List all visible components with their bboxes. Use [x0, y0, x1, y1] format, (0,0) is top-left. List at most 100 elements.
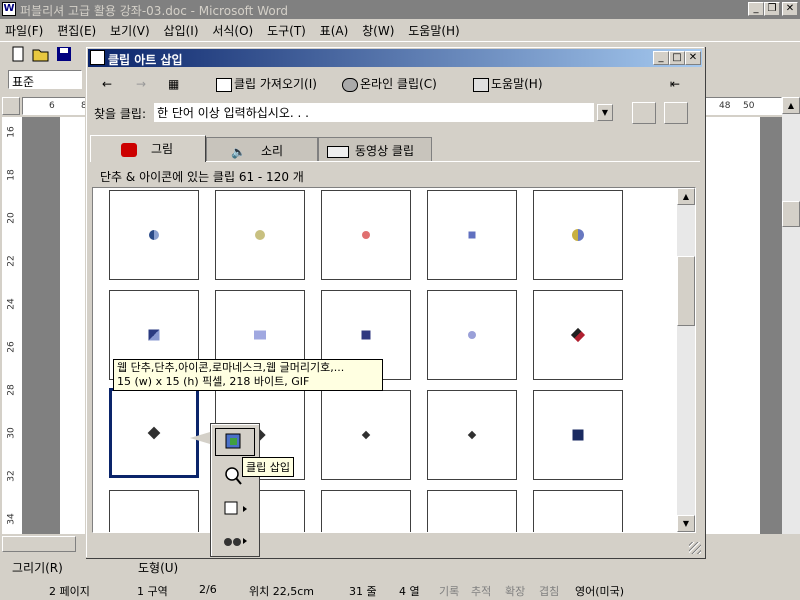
- vruler-number: 34: [6, 513, 17, 525]
- save-icon[interactable]: [56, 46, 72, 62]
- draw-menu-button[interactable]: 그리기(R): [12, 559, 63, 576]
- clip-thumbnail[interactable]: [427, 390, 517, 480]
- menu-edit[interactable]: 편집(E): [52, 19, 101, 42]
- menu-window[interactable]: 창(W): [357, 19, 399, 42]
- clip-thumbnail[interactable]: [427, 490, 517, 532]
- status-position: 위치 22,5cm: [249, 585, 314, 598]
- scroll-thumb[interactable]: [782, 201, 800, 227]
- clip-info-tooltip: 웹 단추,단추,아이콘,로마네스크,웹 글머리기호,... 15 (w) x 1…: [113, 359, 383, 391]
- tooltip-details: 15 (w) x 15 (h) 픽셀, 218 바이트, GIF: [117, 375, 310, 388]
- dialog-close-button[interactable]: ✕: [685, 51, 701, 65]
- clip-thumbnail[interactable]: [321, 490, 411, 532]
- menu-bar: 파일(F) 편집(E) 보기(V) 삽입(I) 서식(O) 도구(T) 표(A)…: [0, 19, 800, 41]
- status-ovr[interactable]: 겹침: [536, 582, 562, 598]
- forward-arrow-icon[interactable]: →: [136, 74, 146, 94]
- dialog-maximize-button[interactable]: □: [669, 51, 685, 65]
- ruler-number: 48: [719, 101, 731, 111]
- clip-thumbnail[interactable]: [321, 390, 411, 480]
- word-app-icon: W: [2, 2, 16, 16]
- scroll-up-icon[interactable]: ▲: [782, 97, 800, 114]
- menu-tools[interactable]: 도구(T): [262, 19, 311, 42]
- clip-thumbnail-selected[interactable]: [109, 388, 199, 478]
- find-clips-input[interactable]: [154, 103, 594, 122]
- vruler-number: 26: [6, 341, 17, 353]
- clip-thumbnail[interactable]: [533, 290, 623, 380]
- find-similar-button[interactable]: [215, 528, 255, 556]
- clip-tabs: 그림 🔈 소리 동영상 클립: [90, 135, 700, 162]
- import-clips-button[interactable]: 클립 가져오기(I): [216, 74, 317, 94]
- speaker-icon: 🔈: [231, 144, 246, 159]
- vruler-number: 16: [6, 126, 17, 138]
- new-document-icon[interactable]: [10, 46, 26, 62]
- status-bar: 2 페이지 1 구역 2/6 위치 22,5cm 31 줄 4 열 기록 추적 …: [0, 580, 800, 600]
- menu-help[interactable]: 도움말(H): [403, 19, 465, 42]
- word-title-bar: W 퍼블리셔 고급 활용 강좌-03.doc - Microsoft Word …: [0, 0, 800, 19]
- clip-thumbnail[interactable]: [533, 190, 623, 280]
- scroll-thumb[interactable]: [677, 256, 695, 326]
- dialog-title-bar[interactable]: 클립 아트 삽입 _ □ ✕: [88, 49, 702, 67]
- autoshapes-button[interactable]: 도형(U): [138, 559, 178, 576]
- menu-insert[interactable]: 삽입(I): [159, 19, 204, 42]
- dialog-minimize-button[interactable]: _: [653, 51, 669, 65]
- dialog-title: 클립 아트 삽입: [108, 53, 183, 67]
- status-trk[interactable]: 추적: [468, 582, 494, 598]
- close-button[interactable]: ✕: [782, 2, 798, 16]
- all-categories-icon[interactable]: ▦: [168, 74, 179, 94]
- status-language: 영어(미국): [575, 585, 625, 598]
- menu-format[interactable]: 서식(O): [207, 19, 258, 42]
- document-vertical-scrollbar[interactable]: ▲: [782, 97, 800, 534]
- scroll-down-icon[interactable]: ▼: [677, 515, 695, 532]
- online-clips-button[interactable]: 온라인 클립(C): [342, 74, 437, 94]
- clip-thumbnail[interactable]: [533, 490, 623, 532]
- category-add-icon: [224, 501, 247, 515]
- add-to-category-button[interactable]: [215, 496, 255, 524]
- status-ext[interactable]: 확장: [502, 582, 528, 598]
- tab-motion-clips[interactable]: 동영상 클립: [318, 137, 432, 161]
- menu-table[interactable]: 표(A): [315, 19, 354, 42]
- clip-thumbnail[interactable]: [427, 190, 517, 280]
- menu-view[interactable]: 보기(V): [105, 19, 155, 42]
- import-clips-label: 클립 가져오기(I): [234, 77, 317, 91]
- vruler-number: 24: [6, 298, 17, 310]
- find-dropdown-arrow-icon[interactable]: ▼: [597, 104, 613, 121]
- tab-pictures[interactable]: 그림: [90, 135, 206, 162]
- clip-thumbnail[interactable]: [215, 190, 305, 280]
- menu-file[interactable]: 파일(F): [0, 19, 48, 42]
- open-folder-icon[interactable]: [32, 46, 50, 62]
- clip-grid-scrollbar[interactable]: ▲ ▼: [677, 188, 695, 532]
- view-buttons[interactable]: [2, 536, 76, 552]
- category-header: 단추 & 아이콘에 있는 클립 61 - 120 개: [90, 161, 700, 187]
- find-clips-label: 찾을 클립:: [94, 107, 147, 121]
- change-window-size-icon[interactable]: ⇤: [670, 74, 680, 94]
- motion-clip-icon: [327, 145, 349, 158]
- clip-thumbnail[interactable]: [533, 390, 623, 480]
- tab-sounds[interactable]: 🔈 소리: [206, 137, 318, 161]
- paste-icon[interactable]: [664, 102, 688, 124]
- vruler-number: 22: [6, 255, 17, 267]
- tab-motion-label: 동영상 클립: [355, 144, 415, 158]
- help-label: 도움말(H): [491, 77, 543, 91]
- vruler-number: 20: [6, 212, 17, 224]
- style-dropdown[interactable]: 표준: [8, 70, 82, 89]
- copy-icon[interactable]: [632, 102, 656, 124]
- drawing-toolbar: 그리기(R) 도형(U): [0, 556, 800, 578]
- import-icon: [216, 77, 232, 92]
- help-button[interactable]: 도움말(H): [473, 74, 543, 94]
- clip-thumbnail[interactable]: [321, 190, 411, 280]
- minimize-button[interactable]: _: [748, 2, 764, 16]
- clip-art-dialog: 클립 아트 삽입 _ □ ✕ ← → ▦ 클립 가져오기(I) 온라인 클립(C…: [85, 46, 705, 558]
- clip-thumbnail[interactable]: [109, 190, 199, 280]
- status-pages: 2/6: [199, 583, 217, 596]
- tab-selector[interactable]: [2, 97, 20, 115]
- clip-thumbnail[interactable]: [427, 290, 517, 380]
- status-rec[interactable]: 기록: [436, 582, 462, 598]
- find-row: 찾을 클립: ▼: [92, 101, 697, 125]
- clip-popup-menu: [210, 423, 260, 557]
- insert-clip-tooltip: 클립 삽입: [242, 457, 294, 477]
- clip-thumbnail[interactable]: [109, 490, 199, 532]
- restore-button[interactable]: ❐: [764, 2, 780, 16]
- scroll-up-icon[interactable]: ▲: [677, 188, 695, 205]
- back-arrow-icon[interactable]: ←: [102, 74, 112, 94]
- resize-grip-icon[interactable]: [689, 542, 701, 554]
- insert-clip-button[interactable]: [215, 428, 255, 456]
